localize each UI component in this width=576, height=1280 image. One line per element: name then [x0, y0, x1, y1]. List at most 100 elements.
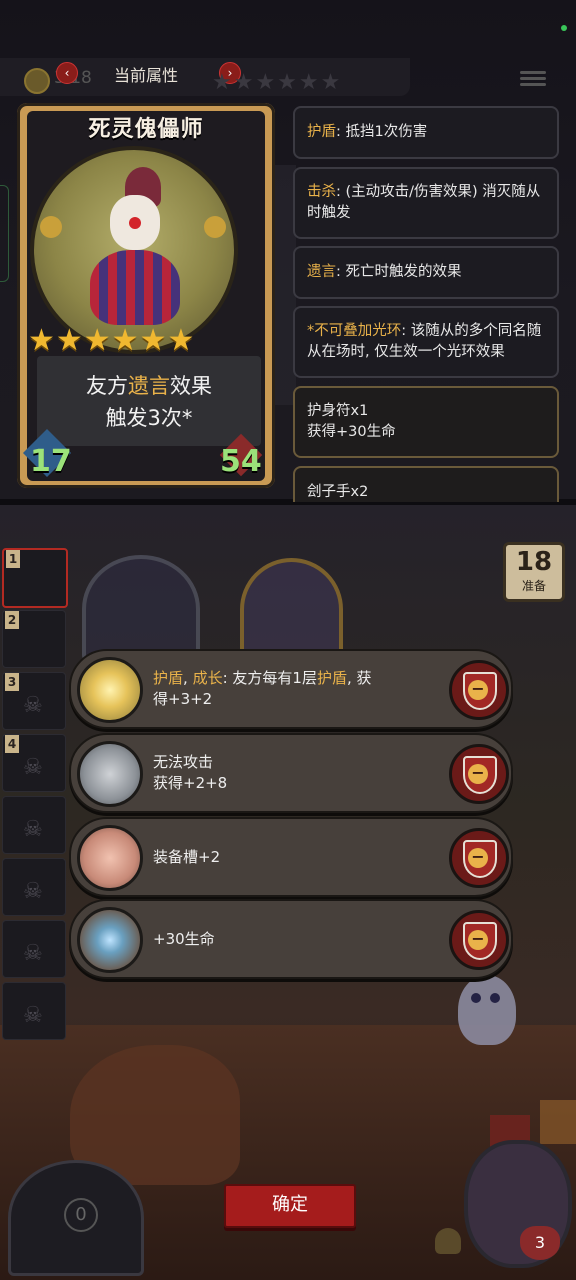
bunny-eye — [471, 993, 481, 1003]
prep-label: 准备 — [521, 579, 546, 593]
skull-icon: ☠ — [23, 1003, 43, 1028]
remove-button[interactable]: − — [449, 910, 509, 970]
option-line: 装备槽+2 — [153, 847, 443, 868]
option-line: 得+3+2 — [153, 689, 443, 710]
option-text-part: 得+3+2 — [153, 690, 213, 708]
option-text-part: : 友方每有1层 — [222, 669, 317, 687]
clown-body — [90, 250, 180, 325]
hero-life: 3 — [520, 1226, 560, 1260]
effect-line-2: 触发3次* — [105, 406, 193, 430]
option-text: 装备槽+2 — [153, 819, 443, 895]
keyword-term: 护盾 — [307, 124, 336, 140]
bunny-mascot — [458, 975, 516, 1045]
roster-slot[interactable]: ☠ — [2, 982, 66, 1040]
side-tab[interactable] — [0, 185, 9, 282]
keyword-desc: : (主动攻击/伤害效果) 消灭随从时触发 — [307, 184, 541, 221]
option-text: 无法攻击获得+2+8 — [153, 735, 443, 811]
keyword-desc: : 死亡时触发的效果 — [336, 264, 462, 280]
cymbal-icon — [204, 216, 226, 238]
status-dot — [561, 25, 567, 31]
keyword-deathrattle: 遗言: 死亡时触发的效果 — [293, 246, 559, 299]
card-effect: 友方遗言效果 触发3次* — [37, 356, 261, 446]
slot-number: 3 — [5, 673, 19, 691]
effect-keyword: 遗言 — [128, 374, 170, 398]
keyword-desc: : 抵挡1次伤害 — [336, 124, 428, 140]
remove-button[interactable]: − — [449, 744, 509, 804]
roster-slot[interactable]: ☠ — [2, 920, 66, 978]
skull-icon: ☠ — [23, 755, 43, 780]
item-effect: 获得+30生命 — [307, 424, 396, 440]
spike-wall-icon — [77, 741, 143, 807]
prev-arrow-button[interactable]: ‹ — [56, 62, 78, 84]
effect-suffix: 效果 — [170, 374, 212, 398]
keyword-term: 击杀 — [307, 184, 336, 200]
skull-icon: ☠ — [23, 941, 43, 966]
panel-title: 当前属性 — [113, 66, 178, 85]
health-value: 54 — [220, 444, 262, 479]
pig-icon — [77, 825, 143, 891]
minus-icon: − — [468, 848, 488, 868]
effect-line-1: 友方遗言效果 — [37, 370, 261, 400]
option-line: 无法攻击 — [153, 752, 443, 773]
option-text: +30生命 — [153, 901, 443, 977]
card-name: 死灵傀儡师 — [88, 117, 204, 142]
header-stars: ★★★★★★ — [212, 70, 343, 95]
option-text-part: , 获 — [346, 669, 372, 687]
option-row[interactable]: 装备槽+2 − — [69, 817, 513, 897]
slot-number: 2 — [5, 611, 19, 629]
cymbal-icon — [40, 216, 62, 238]
roster-slot[interactable]: ☠ — [2, 858, 66, 916]
prep-counter: 18 准备 — [503, 542, 565, 602]
option-text-part: 无法攻击 — [153, 753, 214, 771]
option-text: 护盾, 成长: 友方每有1层护盾, 获得+3+2 — [153, 651, 443, 727]
prep-count: 18 — [515, 547, 553, 577]
bunny-eye — [490, 993, 500, 1003]
option-text-part: 获得+2+8 — [153, 774, 228, 792]
roster-slot[interactable]: ☠ — [2, 796, 66, 854]
option-row[interactable]: +30生命 − — [69, 899, 513, 979]
option-row[interactable]: 护盾, 成长: 友方每有1层护盾, 获得+3+2− — [69, 649, 513, 729]
option-text-part: +30生命 — [153, 929, 215, 948]
clown-nose — [129, 217, 141, 229]
minus-icon: − — [468, 930, 488, 950]
card-star-rating: ★★★★★★ — [28, 323, 196, 358]
keyword-kill: 击杀: (主动攻击/伤害效果) 消灭随从时触发 — [293, 167, 559, 239]
roster-slot[interactable]: 2 — [2, 610, 66, 668]
option-keyword: 护盾 — [316, 669, 347, 687]
equipment-item[interactable]: 护身符x1 获得+30生命 — [293, 386, 559, 458]
option-line: +30生命 — [153, 929, 443, 950]
board-minion[interactable] — [82, 555, 200, 663]
remove-button[interactable]: − — [449, 828, 509, 888]
board-minion[interactable] — [240, 558, 343, 661]
amulet-icon — [77, 907, 143, 973]
option-line: 护盾, 成长: 友方每有1层护盾, 获 — [153, 668, 443, 689]
option-text-part: 装备槽+2 — [153, 847, 221, 866]
bell-icon[interactable] — [435, 1228, 461, 1254]
slot-number: 4 — [5, 735, 19, 753]
option-text-part: , — [183, 669, 193, 687]
roster-slot[interactable]: 4 ☠ — [2, 734, 66, 792]
item-name: 护身符x1 — [307, 403, 369, 419]
keyword-aura: *不可叠加光环: 该随从的多个同名随从在场时, 仅生效一个光环效果 — [293, 306, 559, 378]
confirm-button[interactable]: 确定 — [224, 1184, 356, 1228]
minus-icon: − — [468, 764, 488, 784]
golden-shield-icon — [77, 657, 143, 723]
option-keyword: 成长 — [192, 669, 223, 687]
effect-prefix: 友方 — [86, 374, 128, 398]
toy-block — [540, 1100, 576, 1144]
keyword-shield: 护盾: 抵挡1次伤害 — [293, 106, 559, 159]
remove-button[interactable]: − — [449, 660, 509, 720]
keyword-term: *不可叠加光环 — [307, 323, 402, 339]
roster-slot[interactable]: 3 ☠ — [2, 672, 66, 730]
option-keyword: 护盾 — [153, 669, 184, 687]
skull-icon: ☠ — [23, 817, 43, 842]
door-count: 0 — [64, 1198, 98, 1232]
option-line: 获得+2+8 — [153, 773, 443, 794]
skull-icon: ☠ — [23, 879, 43, 904]
attack-value: 17 — [30, 444, 72, 479]
option-row[interactable]: 无法攻击获得+2+8 − — [69, 733, 513, 813]
equipment-item[interactable]: 刽子手x2 — [293, 466, 559, 502]
slot-number: 1 — [6, 550, 20, 568]
menu-icon[interactable] — [520, 68, 546, 90]
roster-slot[interactable]: 1 — [2, 548, 68, 608]
